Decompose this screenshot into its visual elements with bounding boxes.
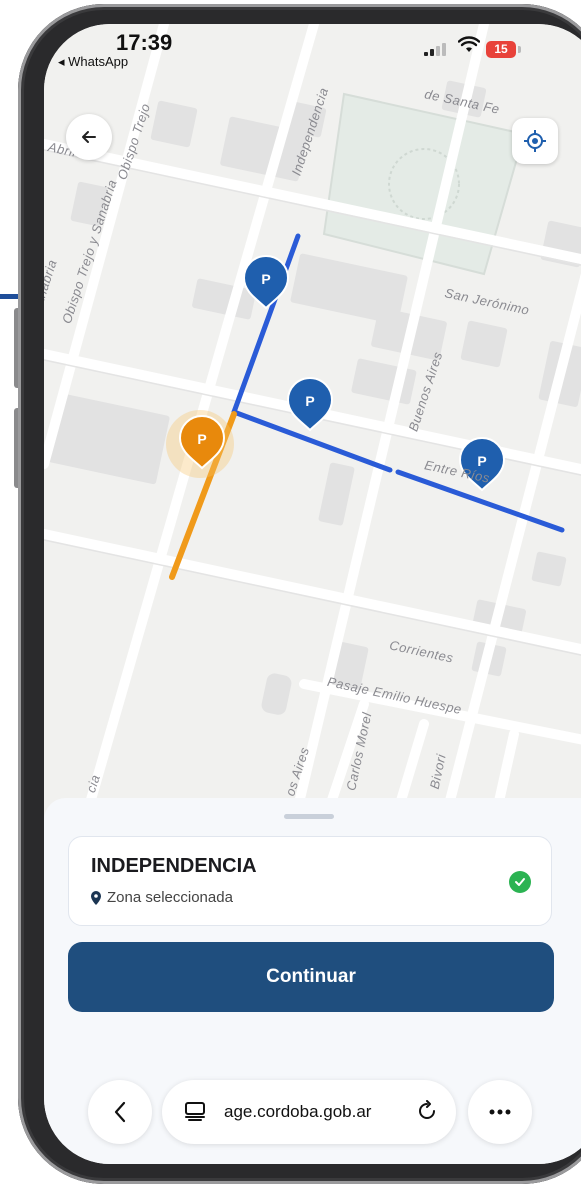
battery-icon: 15 — [486, 41, 516, 58]
more-options-button[interactable] — [468, 1080, 532, 1144]
zone-name: INDEPENDENCIA — [91, 855, 257, 877]
back-to-app-link[interactable]: ◂ WhatsApp — [58, 54, 128, 70]
battery-tip — [518, 46, 521, 53]
browser-back-button[interactable] — [88, 1080, 152, 1144]
reload-icon[interactable] — [416, 1100, 438, 1122]
clock: 17:39 — [116, 30, 173, 55]
zone-status: Zona seleccionada — [91, 889, 233, 906]
chevron-left-icon — [114, 1101, 126, 1123]
marker-label: P — [197, 431, 206, 447]
browser-toolbar: age.cordoba.gob.ar — [44, 1048, 581, 1158]
selected-zone-card[interactable]: INDEPENDENCIA Zona seleccionada — [68, 836, 552, 926]
continue-button[interactable]: Continuar — [68, 942, 554, 1012]
sheet-handle[interactable] — [284, 814, 334, 819]
url-text: age.cordoba.gob.ar — [224, 1102, 372, 1121]
marker-label: P — [477, 453, 486, 469]
crosshair-icon — [524, 130, 546, 152]
tabs-icon — [185, 1102, 205, 1121]
more-dots-icon — [489, 1109, 511, 1115]
bottom-sheet: INDEPENDENCIA Zona seleccionada Continua… — [44, 798, 581, 1164]
signal-icon — [424, 42, 450, 56]
marker-label: P — [305, 393, 314, 409]
back-button[interactable] — [66, 114, 112, 160]
zone-status-text: Zona seleccionada — [107, 889, 233, 906]
locate-me-button[interactable] — [512, 118, 558, 164]
phone-screen: P P P P de Santa Fe Independencia Obispo… — [44, 24, 581, 1164]
status-bar: 17:39 ◂ WhatsApp 15 — [44, 24, 581, 84]
arrow-left-icon — [82, 131, 96, 143]
location-pin-icon — [91, 890, 101, 905]
wifi-icon — [457, 36, 481, 60]
check-circle-icon — [509, 871, 531, 893]
address-bar[interactable]: age.cordoba.gob.ar — [162, 1080, 456, 1144]
marker-label: P — [261, 271, 270, 287]
